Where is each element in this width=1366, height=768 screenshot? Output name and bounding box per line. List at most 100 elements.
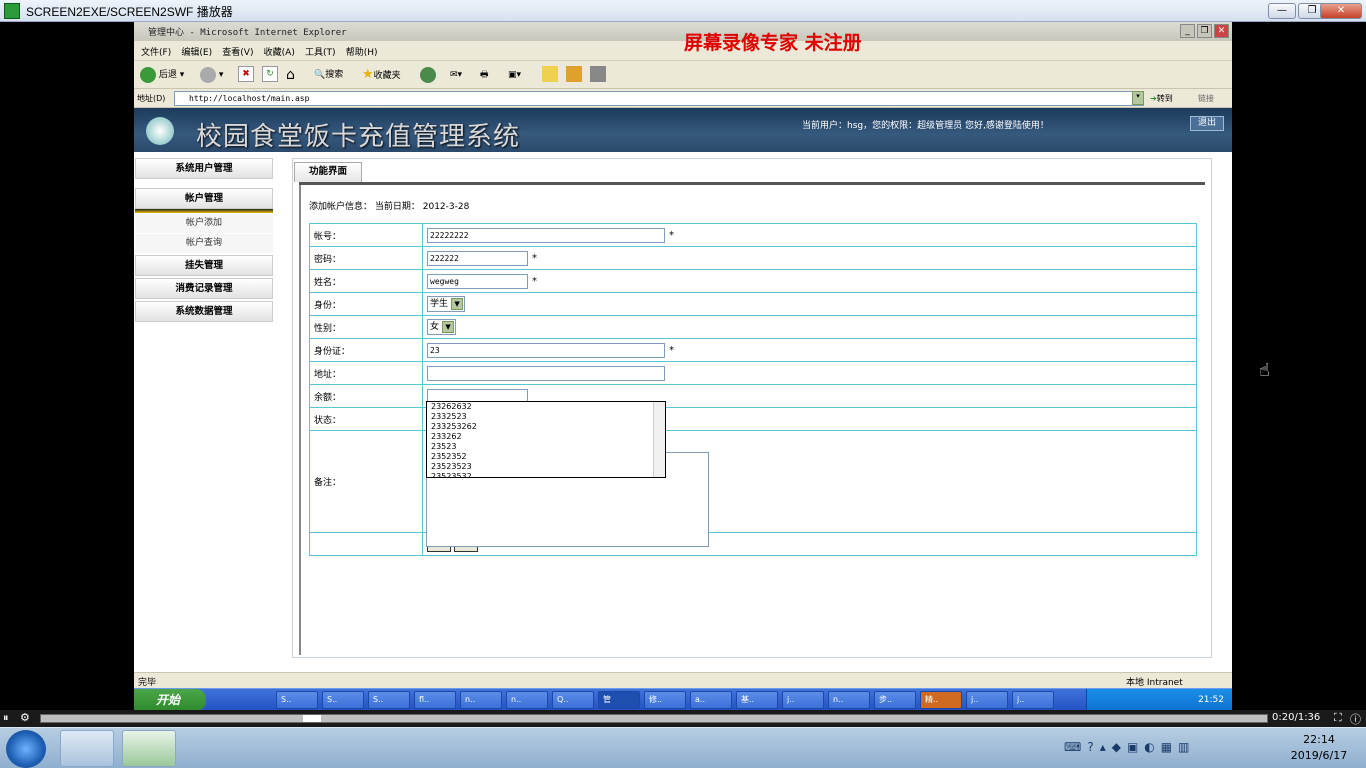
autocomplete-item[interactable]: 23523532 xyxy=(427,472,665,477)
menu-edit[interactable]: 编辑(E) xyxy=(181,45,212,58)
mail-button[interactable]: ✉▾ xyxy=(450,66,462,84)
info-icon[interactable]: ⓘ xyxy=(1350,711,1361,727)
close-button[interactable]: ✕ xyxy=(1320,3,1362,19)
player-app-icon[interactable] xyxy=(122,730,176,767)
form-row: 身份证： 23 * xyxy=(309,338,1197,362)
xp-task[interactable]: j.. xyxy=(966,691,1008,709)
address-field[interactable] xyxy=(427,365,665,381)
xp-task[interactable]: Q.. xyxy=(552,691,594,709)
autocomplete-item[interactable]: 2332523 xyxy=(427,412,665,422)
menu-favorites[interactable]: 收藏(A) xyxy=(264,45,295,58)
fullscreen-icon[interactable]: ⛶ xyxy=(1334,711,1342,725)
xp-start-button[interactable]: 开始 xyxy=(134,689,206,711)
minimize-button[interactable]: — xyxy=(1268,3,1296,19)
sidebar-item-consumption[interactable]: 消费记录管理 xyxy=(135,278,273,299)
menu-file[interactable]: 文件(F) xyxy=(141,45,171,58)
stop-button[interactable]: ✖ xyxy=(238,66,254,82)
research-icon[interactable] xyxy=(566,66,582,82)
logout-button[interactable]: 退出 xyxy=(1190,116,1224,131)
address-dropdown-icon[interactable]: ▾ xyxy=(1132,91,1144,105)
sidebar-item-system-data[interactable]: 系统数据管理 xyxy=(135,301,273,322)
folder-icon[interactable] xyxy=(542,66,558,82)
history-button[interactable] xyxy=(420,66,436,84)
status-zone: 本地 Intranet xyxy=(1126,678,1183,688)
menu-view[interactable]: 查看(V) xyxy=(222,45,253,58)
print-button[interactable]: 🖶 xyxy=(480,66,489,84)
gender-select[interactable]: 女 ▼ xyxy=(427,319,457,335)
messenger-icon[interactable] xyxy=(590,66,606,82)
status-label: 状态： xyxy=(309,407,423,431)
ie-title: 管理中心 - Microsoft Internet Explorer xyxy=(148,28,347,38)
autocomplete-item[interactable]: 233253262 xyxy=(427,422,665,432)
xp-task[interactable]: 基.. xyxy=(736,691,778,709)
sidebar-item-account-query[interactable]: 帐户查询 xyxy=(135,234,273,253)
form-row: 姓名： wegweg * xyxy=(309,269,1197,293)
xp-task[interactable]: j.. xyxy=(782,691,824,709)
sidebar-item-loss-report[interactable]: 挂失管理 xyxy=(135,255,273,276)
search-button[interactable]: 🔍搜索 xyxy=(314,66,343,84)
links-label[interactable]: 链接 xyxy=(1198,93,1214,104)
xp-task-active[interactable]: 管 xyxy=(598,691,640,709)
player-logo-icon xyxy=(4,3,20,19)
xp-task[interactable]: n.. xyxy=(460,691,502,709)
idcard-label: 身份证： xyxy=(309,338,423,362)
xp-task[interactable]: 步.. xyxy=(874,691,916,709)
forward-button[interactable]: ▾ xyxy=(200,66,223,84)
refresh-button[interactable]: ↻ xyxy=(262,66,278,82)
tab-function[interactable]: 功能界面 xyxy=(294,162,362,182)
chevron-down-icon: ▼ xyxy=(442,321,455,333)
autocomplete-item[interactable]: 233262 xyxy=(427,432,665,442)
xp-task[interactable]: 精.. xyxy=(920,691,962,709)
back-button[interactable]: 后退 ▾ xyxy=(140,66,184,84)
status-done: 完毕 xyxy=(138,678,157,688)
autocomplete-item[interactable]: 23523523 xyxy=(427,462,665,472)
idcard-input[interactable]: 23 xyxy=(427,342,665,358)
home-button[interactable]: ⌂ xyxy=(286,66,295,84)
sidebar-item-system-users[interactable]: 系统用户管理 xyxy=(135,158,273,179)
sidebar-item-account-add[interactable]: 帐户添加 xyxy=(135,214,273,233)
xp-task[interactable]: 修.. xyxy=(644,691,686,709)
ie-minimize-button[interactable]: _ xyxy=(1180,24,1195,38)
password-input[interactable]: 222222 xyxy=(427,250,528,266)
player-title-bar: SCREEN2EXE/SCREEN2SWF 播放器 — ❐ ✕ xyxy=(0,0,1366,22)
xp-task[interactable]: S.. xyxy=(276,691,318,709)
windows-clock[interactable]: 22:14 2019/6/17 xyxy=(1278,732,1360,764)
seek-bar[interactable] xyxy=(40,714,1268,723)
xp-task[interactable]: fl.. xyxy=(414,691,456,709)
dropdown-scrollbar[interactable] xyxy=(653,402,665,477)
seek-thumb[interactable] xyxy=(303,715,321,722)
settings-icon[interactable]: ⚙ xyxy=(20,711,30,724)
remark-label: 备注： xyxy=(309,430,423,533)
web-page: 校园食堂饭卡充值管理系统 当前用户：hsg，您的权限：超级管理员 您好,感谢登陆… xyxy=(134,108,1232,672)
xp-task[interactable]: n.. xyxy=(828,691,870,709)
go-button[interactable]: ➔转到 xyxy=(1150,93,1173,104)
edit-button[interactable]: ▣▾ xyxy=(508,66,521,84)
address-input[interactable]: http://localhost/main.asp xyxy=(174,91,1144,106)
tray-icons[interactable]: ⌨?▴◆▣◐▦▥ xyxy=(1064,740,1195,754)
menu-tools[interactable]: 工具(T) xyxy=(305,45,336,58)
sidebar-item-account-management[interactable]: 帐户管理 xyxy=(135,188,273,209)
account-label: 帐号： xyxy=(309,223,423,247)
account-input[interactable]: 22222222 xyxy=(427,227,665,243)
autocomplete-item[interactable]: 23262632 xyxy=(427,402,665,412)
sidebar: 系统用户管理 帐户管理 帐户添加 帐户查询 挂失管理 消费记录管理 系统数据管理 xyxy=(134,158,274,672)
windows-start-button[interactable] xyxy=(6,730,46,768)
back-arrow-icon xyxy=(140,66,156,83)
explorer-icon[interactable] xyxy=(60,730,114,767)
autocomplete-item[interactable]: 2352352 xyxy=(427,452,665,462)
player-controls: ⏸ ⚙ 0:20/1:36 ⛶ ⓘ xyxy=(0,710,1366,727)
xp-task[interactable]: S.. xyxy=(322,691,364,709)
identity-select[interactable]: 学生 ▼ xyxy=(427,296,466,312)
favorites-button[interactable]: ★收藏夹 xyxy=(362,66,401,84)
xp-task[interactable]: n.. xyxy=(506,691,548,709)
name-input[interactable]: wegweg xyxy=(427,273,528,289)
menu-help[interactable]: 帮助(H) xyxy=(346,45,378,58)
pause-button[interactable]: ⏸ xyxy=(3,711,9,725)
ie-window: 管理中心 - Microsoft Internet Explorer _ ❐ ✕… xyxy=(134,22,1232,711)
xp-task[interactable]: j.. xyxy=(1012,691,1054,709)
xp-task[interactable]: S.. xyxy=(368,691,410,709)
ie-close-button[interactable]: ✕ xyxy=(1214,24,1229,38)
xp-task[interactable]: a.. xyxy=(690,691,732,709)
autocomplete-item[interactable]: 23523 xyxy=(427,442,665,452)
ie-restore-button[interactable]: ❐ xyxy=(1197,24,1212,38)
